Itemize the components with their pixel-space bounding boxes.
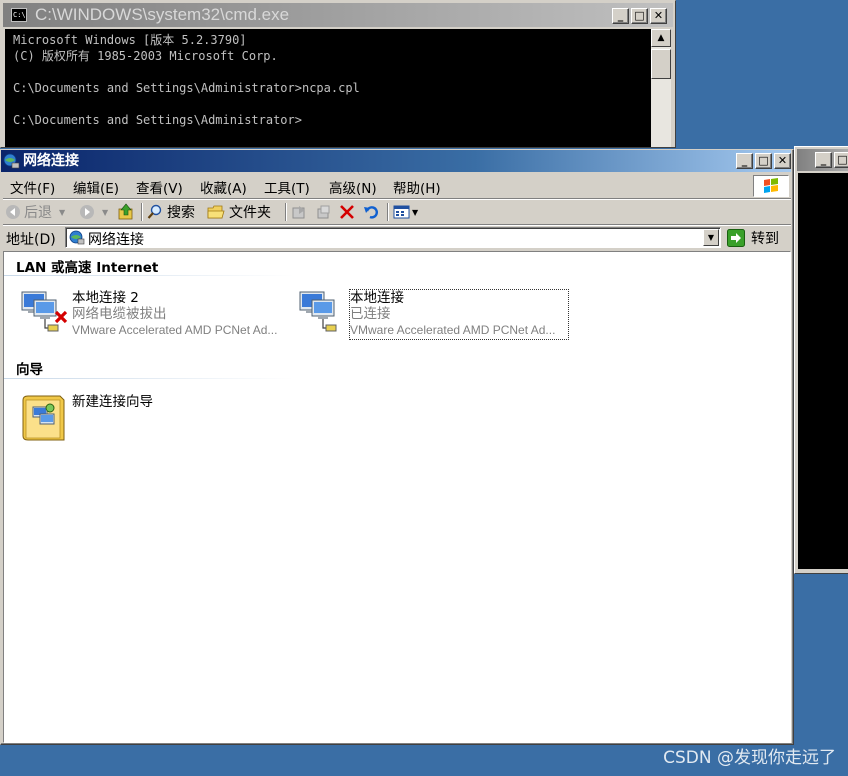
scrollbar-thumb[interactable]	[651, 49, 671, 79]
forward-arrow-icon	[80, 205, 94, 219]
cmd-window: C:\ C:\WINDOWS\system32\cmd.exe _ □ ✕ Mi…	[0, 0, 676, 148]
back-arrow-icon	[6, 205, 20, 219]
net-maximize-button[interactable]: □	[755, 153, 772, 169]
background-minimize-button[interactable]: _	[815, 152, 832, 168]
forward-button[interactable]: ▼	[79, 202, 108, 222]
net-close-button[interactable]: ✕	[774, 153, 791, 169]
group-header-lan: LAN 或高速 Internet	[16, 260, 159, 276]
group-divider	[4, 378, 294, 379]
copy-to-button[interactable]	[315, 202, 331, 222]
console-line: C:\Documents and Settings\Administrator>	[13, 113, 302, 127]
connection-device: VMware Accelerated AMD PCNet Ad...	[350, 323, 556, 337]
back-dropdown-icon[interactable]: ▼	[59, 208, 65, 217]
console-line: Microsoft Windows [版本 5.2.3790]	[13, 33, 247, 47]
cmd-title: C:\WINDOWS\system32\cmd.exe	[35, 5, 290, 24]
back-button[interactable]: 后退 ▼	[5, 202, 65, 222]
cmd-maximize-button[interactable]: □	[631, 8, 648, 24]
go-label: 转到	[751, 230, 779, 247]
address-label: 地址(D)	[6, 232, 56, 248]
content-pane: LAN 或高速 Internet 本地连接 2 网络电缆被拔出 VMware A…	[3, 251, 791, 743]
folders-label: 文件夹	[229, 205, 271, 221]
address-value: 网络连接	[88, 232, 144, 248]
wizard-name: 新建连接向导	[72, 394, 153, 410]
folder-icon	[207, 205, 225, 219]
connection-name: 本地连接	[350, 290, 404, 306]
delete-button[interactable]	[339, 202, 355, 222]
connection-local-2[interactable]: 本地连接 2 网络电缆被拔出 VMware Accelerated AMD PC…	[20, 290, 290, 342]
background-console-window: _ □	[794, 146, 848, 574]
new-connection-wizard-icon	[22, 395, 65, 441]
search-button[interactable]: 搜索	[147, 202, 195, 222]
menu-edit[interactable]: 编辑(E)	[73, 177, 119, 197]
background-maximize-button[interactable]: □	[834, 152, 848, 168]
cmd-app-icon: C:\	[11, 8, 27, 22]
connection-status: 网络电缆被拔出	[72, 306, 167, 322]
windows-logo-icon	[753, 175, 789, 197]
menu-help[interactable]: 帮助(H)	[393, 177, 441, 197]
group-header-wizard: 向导	[16, 362, 43, 378]
move-to-button[interactable]	[291, 202, 307, 222]
copy-to-icon	[317, 205, 330, 219]
move-to-icon	[292, 206, 305, 219]
up-folder-button[interactable]	[117, 202, 135, 222]
group-divider	[4, 275, 294, 276]
search-icon	[147, 204, 162, 219]
net-minimize-button[interactable]: _	[736, 153, 753, 169]
network-connection-icon	[299, 291, 337, 332]
undo-icon	[364, 206, 378, 219]
network-connection-disconnected-icon	[21, 291, 68, 332]
menu-tools[interactable]: 工具(T)	[264, 177, 310, 197]
menu-bar: 文件(F) 编辑(E) 查看(V) 收藏(A) 工具(T) 高级(N) 帮助(H…	[3, 174, 791, 199]
cmd-titlebar[interactable]: C:\ C:\WINDOWS\system32\cmd.exe _ □ ✕	[3, 3, 673, 27]
net-titlebar[interactable]: 网络连接 _ □ ✕	[1, 150, 791, 172]
address-bar: 地址(D) 网络连接 ▼ 转到	[3, 226, 791, 250]
up-folder-icon	[118, 203, 133, 220]
address-dropdown-icon[interactable]: ▼	[703, 229, 719, 246]
views-dropdown-icon[interactable]: ▼	[412, 208, 418, 217]
new-connection-wizard[interactable]: 新建连接向导	[20, 394, 290, 446]
console-line: C:\Documents and Settings\Administrator>…	[13, 81, 360, 95]
cmd-close-button[interactable]: ✕	[650, 8, 667, 24]
menu-view[interactable]: 查看(V)	[136, 177, 183, 197]
network-globe-icon	[69, 230, 85, 245]
background-console	[798, 173, 848, 569]
cmd-scrollbar[interactable]: ▲	[651, 29, 671, 147]
network-globe-icon	[3, 153, 20, 169]
background-window-titlebar[interactable]: _ □	[797, 149, 848, 171]
network-connections-window: 网络连接 _ □ ✕ 文件(F) 编辑(E) 查看(V) 收藏(A) 工具(T)…	[0, 149, 794, 745]
go-arrow-icon	[727, 228, 745, 247]
back-label: 后退	[24, 205, 52, 221]
cmd-console[interactable]: Microsoft Windows [版本 5.2.3790] (C) 版权所有 …	[5, 29, 651, 147]
net-title: 网络连接	[23, 153, 79, 169]
forward-dropdown-icon[interactable]: ▼	[102, 208, 108, 217]
menu-file[interactable]: 文件(F)	[10, 177, 55, 197]
scroll-up-icon[interactable]: ▲	[651, 29, 671, 47]
connection-status: 已连接	[350, 306, 391, 322]
toolbar: 后退 ▼ ▼ 搜索 文件夹 ▼	[3, 200, 791, 225]
connection-name: 本地连接 2	[72, 290, 139, 306]
connection-device: VMware Accelerated AMD PCNet Ad...	[72, 323, 278, 337]
search-label: 搜索	[167, 205, 195, 221]
views-icon	[393, 205, 410, 219]
views-button[interactable]: ▼	[393, 202, 418, 222]
cmd-minimize-button[interactable]: _	[612, 8, 629, 24]
address-input[interactable]: 网络连接 ▼	[65, 227, 721, 248]
watermark: CSDN @发现你走远了	[663, 748, 836, 768]
undo-button[interactable]	[363, 202, 379, 222]
delete-x-icon	[340, 205, 354, 219]
console-line: (C) 版权所有 1985-2003 Microsoft Corp.	[13, 49, 278, 63]
connection-local[interactable]: 本地连接 已连接 VMware Accelerated AMD PCNet Ad…	[298, 289, 569, 342]
menu-favorites[interactable]: 收藏(A)	[200, 177, 247, 197]
menu-advanced[interactable]: 高级(N)	[329, 177, 377, 197]
go-button[interactable]: 转到	[727, 227, 785, 248]
folders-button[interactable]: 文件夹	[207, 202, 271, 222]
